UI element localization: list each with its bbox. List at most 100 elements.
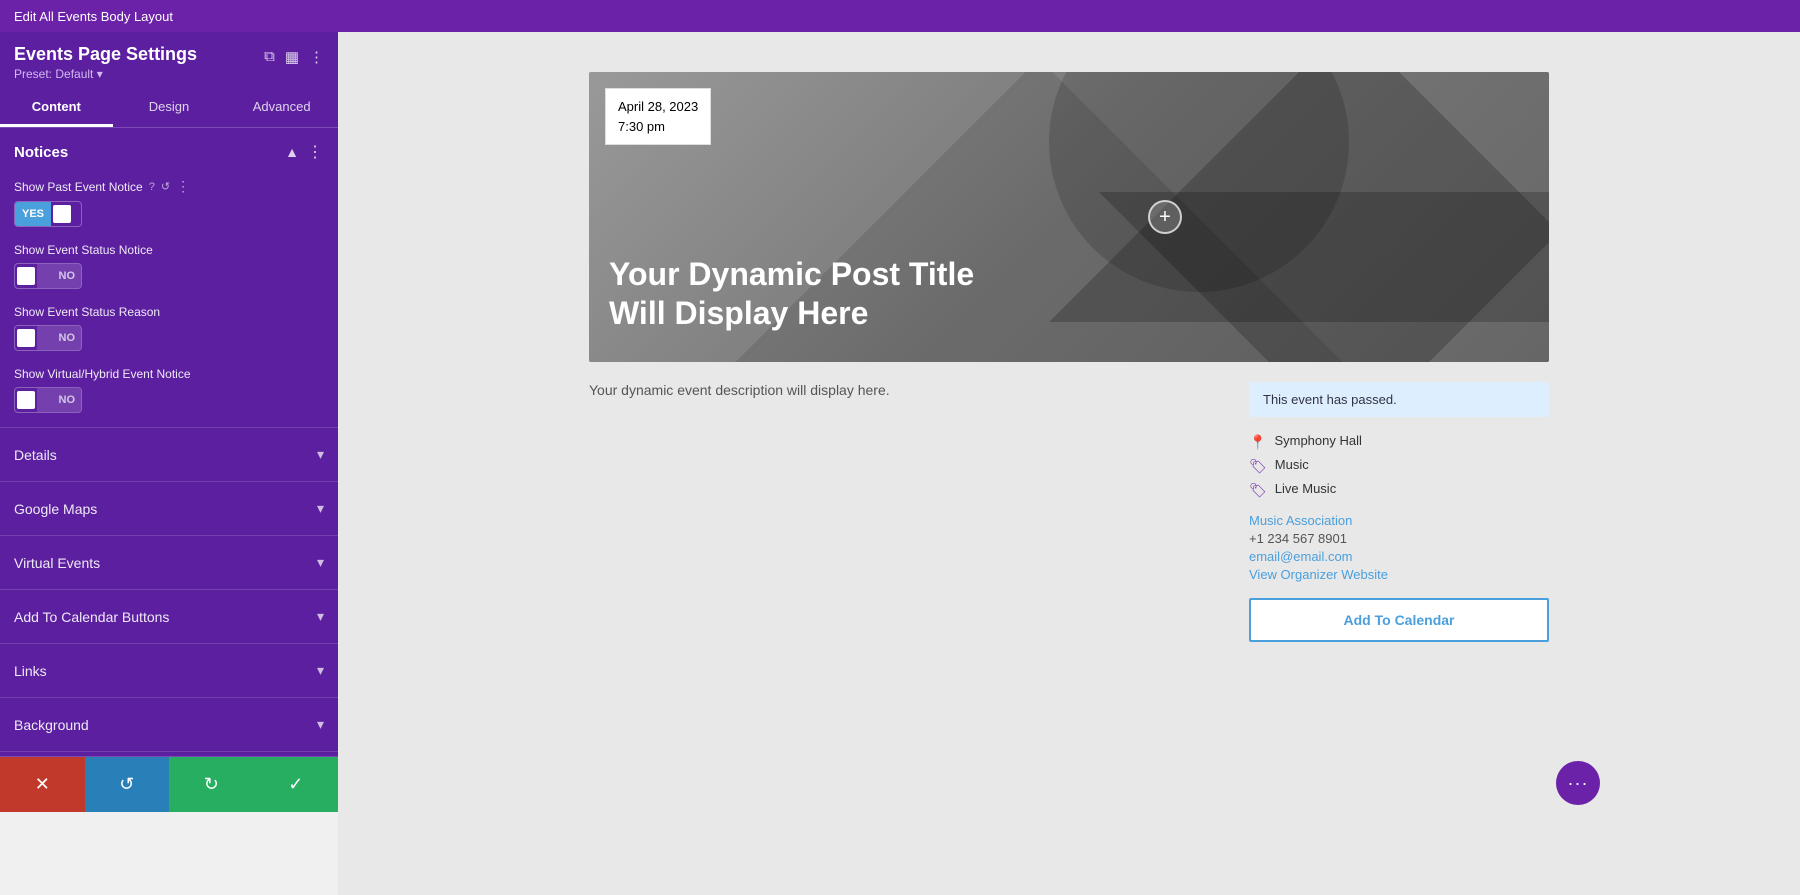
google-maps-label: Google Maps	[14, 501, 97, 517]
background-label: Background	[14, 717, 89, 733]
cancel-icon: ✕	[35, 774, 50, 795]
field-virtual-label: Show Virtual/Hybrid Event Notice	[14, 367, 191, 381]
toggle-virtual-notice[interactable]: NO	[14, 387, 324, 413]
event-main-content: Your dynamic event description will disp…	[589, 382, 1219, 642]
divider-7	[0, 751, 338, 752]
event-date: April 28, 2023	[618, 97, 698, 117]
event-sidebar-info: This event has passed. 📍 Symphony Hall 🏷…	[1249, 382, 1549, 642]
toggle-no-label-3: NO	[37, 388, 81, 412]
event-time: 7:30 pm	[618, 117, 698, 137]
sidebar-tabs: Content Design Advanced	[0, 89, 338, 128]
organizer-email[interactable]: email@email.com	[1249, 549, 1549, 564]
section-google-maps[interactable]: Google Maps ▾	[0, 486, 338, 531]
save-icon: ✓	[288, 774, 303, 795]
redo-icon: ↻	[204, 774, 219, 795]
cancel-button[interactable]: ✕	[0, 757, 85, 812]
virtual-events-chevron: ▾	[317, 554, 324, 571]
field-status-reason-label: Show Event Status Reason	[14, 305, 160, 319]
help-icon-1[interactable]: ?	[149, 181, 155, 193]
tab-content[interactable]: Content	[0, 89, 113, 127]
undo-icon: ↺	[119, 774, 134, 795]
canvas: April 28, 2023 7:30 pm Your Dynamic Post…	[338, 32, 1800, 895]
divider-5	[0, 643, 338, 644]
section-add-to-cal[interactable]: Add To Calendar Buttons ▾	[0, 594, 338, 639]
add-module-button[interactable]: +	[1148, 200, 1182, 234]
top-bar: Edit All Events Body Layout	[0, 0, 1800, 32]
hero-image: April 28, 2023 7:30 pm Your Dynamic Post…	[589, 72, 1549, 362]
tab-advanced[interactable]: Advanced	[225, 89, 338, 127]
event-body: Your dynamic event description will disp…	[589, 362, 1549, 642]
sidebar-preset[interactable]: Preset: Default ▾	[14, 67, 197, 81]
meta-venue-row: 📍 Symphony Hall	[1249, 433, 1549, 451]
event-description: Your dynamic event description will disp…	[589, 382, 1219, 398]
sidebar-content: Notices ▲ ⋮ Show Past Event Notice ? ↺ ⋮	[0, 128, 338, 756]
toggle-past-notice[interactable]: YES	[14, 201, 324, 227]
toggle-no-label-2: NO	[37, 326, 81, 350]
toggle-knob	[53, 205, 71, 223]
sidebar-bottom-bar: ✕ ↺ ↻ ✓	[0, 756, 338, 812]
toggle-status-notice[interactable]: NO	[14, 263, 324, 289]
details-chevron: ▾	[317, 446, 324, 463]
toggle-knob-off-3	[17, 391, 35, 409]
toggle-status-reason[interactable]: NO	[14, 325, 324, 351]
more-icon-1[interactable]: ⋮	[176, 178, 191, 195]
field-event-status-reason: Show Event Status Reason NO	[0, 299, 338, 361]
details-label: Details	[14, 447, 57, 463]
past-event-notice: This event has passed.	[1249, 382, 1549, 417]
links-chevron: ▾	[317, 662, 324, 679]
organizer-name[interactable]: Music Association	[1249, 513, 1549, 528]
section-virtual-events[interactable]: Virtual Events ▾	[0, 540, 338, 585]
date-badge: April 28, 2023 7:30 pm	[605, 88, 711, 145]
field-past-event-notice: Show Past Event Notice ? ↺ ⋮ YES	[0, 172, 338, 237]
notices-more-icon[interactable]: ⋮	[307, 142, 324, 162]
category2: Live Music	[1275, 481, 1336, 496]
event-meta: 📍 Symphony Hall 🏷 Music 🏷 Live Music	[1249, 433, 1549, 499]
divider-2	[0, 481, 338, 482]
toggle-yes-label: YES	[15, 202, 51, 226]
divider-4	[0, 589, 338, 590]
notices-section-header: Notices ▲ ⋮	[0, 128, 338, 172]
meta-category2-row: 🏷 Live Music	[1249, 481, 1549, 499]
save-button[interactable]: ✓	[254, 757, 339, 812]
toggle-no-label-1: NO	[37, 264, 81, 288]
top-bar-title: Edit All Events Body Layout	[14, 9, 173, 24]
toggle-knob-off-2	[17, 329, 35, 347]
hero-title: Your Dynamic Post Title Will Display Her…	[609, 255, 1009, 332]
columns-icon[interactable]: ▦	[285, 48, 299, 66]
links-label: Links	[14, 663, 47, 679]
organizer-phone: +1 234 567 8901	[1249, 531, 1549, 546]
category1: Music	[1275, 457, 1309, 472]
field-past-notice-label: Show Past Event Notice	[14, 180, 143, 194]
plus-icon: +	[1159, 206, 1171, 229]
organizer-info: Music Association +1 234 567 8901 email@…	[1249, 513, 1549, 582]
notices-title: Notices	[14, 144, 68, 161]
reset-icon-1[interactable]: ↺	[161, 180, 170, 193]
more-icon[interactable]: ⋮	[309, 48, 324, 66]
event-card: April 28, 2023 7:30 pm Your Dynamic Post…	[589, 72, 1549, 642]
notices-collapse-icon[interactable]: ▲	[285, 144, 299, 160]
sidebar-header: Events Page Settings Preset: Default ▾ ⧉…	[0, 32, 338, 89]
sidebar-title: Events Page Settings	[14, 44, 197, 65]
google-maps-chevron: ▾	[317, 500, 324, 517]
section-background[interactable]: Background ▾	[0, 702, 338, 747]
tag-icon-1: 🏷	[1249, 458, 1267, 475]
location-icon: 📍	[1249, 434, 1266, 451]
background-chevron: ▾	[317, 716, 324, 733]
divider-1	[0, 427, 338, 428]
organizer-website[interactable]: View Organizer Website	[1249, 567, 1549, 582]
divider-3	[0, 535, 338, 536]
toggle-knob-off-1	[17, 267, 35, 285]
field-event-status-notice: Show Event Status Notice NO	[0, 237, 338, 299]
tab-design[interactable]: Design	[113, 89, 226, 127]
section-details[interactable]: Details ▾	[0, 432, 338, 477]
add-to-cal-label: Add To Calendar Buttons	[14, 609, 169, 625]
field-virtual-notice: Show Virtual/Hybrid Event Notice NO	[0, 361, 338, 423]
floating-menu-button[interactable]: ···	[1556, 761, 1600, 805]
section-links[interactable]: Links ▾	[0, 648, 338, 693]
undo-button[interactable]: ↺	[85, 757, 170, 812]
meta-category1-row: 🏷 Music	[1249, 457, 1549, 475]
duplicate-icon[interactable]: ⧉	[264, 48, 275, 66]
add-to-calendar-button[interactable]: Add To Calendar	[1249, 598, 1549, 642]
tag-icon-2: 🏷	[1249, 482, 1267, 499]
redo-button[interactable]: ↻	[169, 757, 254, 812]
